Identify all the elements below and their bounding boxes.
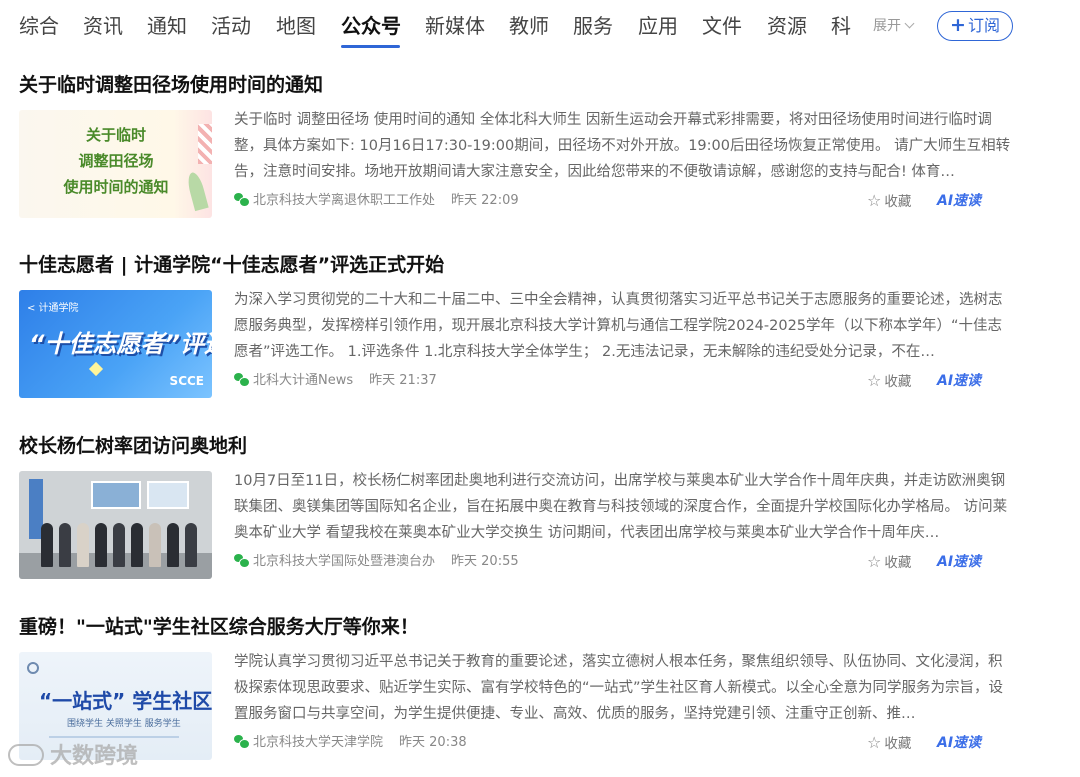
leaf-decoration	[185, 170, 209, 212]
article-meta: 北京科技大学离退休职工工作处 昨天 22:09	[234, 192, 519, 210]
favorite-button[interactable]: ☆ 收藏	[867, 734, 911, 753]
person-figure	[77, 523, 89, 567]
thumbnail-subcaption: 围绕学生 关照学生 服务学生	[67, 719, 181, 729]
favorite-label: 收藏	[884, 194, 912, 210]
thumbnail-subcaption: SCCE	[169, 374, 204, 388]
article-excerpt: 为深入学习贯彻党的二十大和二十届二中、三中全会精神，认真贯彻落实习近平总书记关于…	[234, 292, 1003, 360]
person-figure	[59, 523, 71, 567]
tab-apps[interactable]: 应用	[638, 12, 678, 40]
ai-quick-read-button[interactable]: AI速读	[937, 191, 981, 211]
article-meta: 北京科技大学国际处暨港澳台办 昨天 20:55	[234, 553, 519, 571]
wechat-icon	[234, 193, 250, 207]
chevron-down-icon	[904, 18, 915, 29]
school-logo-icon	[27, 662, 39, 674]
star-icon: ☆	[867, 733, 882, 752]
ai-quick-read-button[interactable]: AI速读	[937, 552, 981, 572]
channel-tab-bar: 综合 资讯 通知 活动 地图 公众号 新媒体 教师 服务 应用 文件 资源 科 …	[0, 0, 1080, 52]
person-figure	[185, 523, 197, 567]
expand-tabs-button[interactable]: 展开	[873, 17, 915, 35]
watermark: 大数跨境	[8, 742, 138, 772]
article-excerpt: 学院认真学习贯彻习近平总书记关于教育的重要论述，落实立德树人根本任务，聚焦组织领…	[234, 654, 1004, 722]
thumbnail-caption-line: 关于临时	[85, 126, 146, 144]
star-icon: ☆	[867, 371, 882, 390]
tab-comprehensive[interactable]: 综合	[19, 12, 59, 40]
thumbnail-caption: “一站式” 学生社区	[39, 689, 212, 713]
ai-quick-read-button[interactable]: AI速读	[937, 733, 981, 753]
wechat-icon	[234, 735, 250, 749]
source-name[interactable]: 北京科技大学离退休职工工作处	[253, 193, 435, 208]
publish-time: 昨天 22:09	[451, 193, 519, 208]
wechat-icon	[234, 554, 250, 568]
favorite-label: 收藏	[884, 736, 912, 752]
favorite-label: 收藏	[884, 374, 912, 390]
favorite-label: 收藏	[884, 555, 912, 571]
article-thumbnail[interactable]	[19, 471, 212, 579]
star-icon: ☆	[867, 191, 882, 210]
thumbnail-caption-line: 调整田径场	[78, 152, 154, 170]
active-tab-indicator	[341, 45, 400, 48]
article-title[interactable]: 校长杨仁树率团访问奥地利	[19, 433, 247, 459]
source-name[interactable]: 北京科技大学天津学院	[253, 735, 383, 750]
publish-time: 昨天 20:55	[451, 554, 519, 569]
tab-files[interactable]: 文件	[702, 12, 742, 40]
article-title[interactable]: 十佳志愿者 | 计通学院“十佳志愿者”评选正式开始	[19, 252, 444, 278]
person-figure	[113, 523, 125, 567]
decorative-stripe	[198, 124, 212, 164]
article-title[interactable]: 关于临时调整田径场使用时间的通知	[19, 72, 323, 98]
watermark-text: 大数跨境	[50, 744, 139, 769]
article-card[interactable]: 校长杨仁树率团访问奥地利 10月7日至11日，校长杨仁树率团赴奥地利进行交流访问…	[0, 433, 1080, 613]
publish-time: 昨天 21:37	[369, 373, 437, 388]
person-figure	[95, 523, 107, 567]
article-title[interactable]: 重磅！"一站式"学生社区综合服务大厅等你来！	[19, 614, 419, 640]
divider	[49, 736, 179, 738]
article-meta: 北科大计通News 昨天 21:37	[234, 372, 437, 390]
star-icon: ☆	[867, 552, 882, 571]
wechat-icon	[234, 373, 250, 387]
article-thumbnail[interactable]: < 计通学院 “十佳志愿者”评选 SCCE	[19, 290, 212, 398]
thumbnail-caption: “十佳志愿者”评选	[29, 330, 212, 358]
favorite-button[interactable]: ☆ 收藏	[867, 372, 911, 391]
tab-notices[interactable]: 通知	[147, 12, 187, 40]
article-meta: 北京科技大学天津学院 昨天 20:38	[234, 734, 467, 752]
plus-icon: +	[950, 14, 966, 36]
watermark-logo-icon	[8, 744, 44, 766]
article-excerpt: 关于临时 调整田径场 使用时间的通知 全体北科大师生 因新生运动会开幕式彩排需要…	[234, 112, 1011, 180]
article-excerpt: 10月7日至11日，校长杨仁树率团赴奥地利进行交流访问，出席学校与莱奥本矿业大学…	[234, 473, 1008, 541]
article-card[interactable]: 十佳志愿者 | 计通学院“十佳志愿者”评选正式开始 < 计通学院 “十佳志愿者”…	[0, 252, 1080, 432]
favorite-button[interactable]: ☆ 收藏	[867, 553, 911, 572]
ai-quick-read-button[interactable]: AI速读	[937, 371, 981, 391]
person-figure	[41, 523, 53, 567]
tab-events[interactable]: 活动	[211, 12, 251, 40]
thumbnail-caption-line: 使用时间的通知	[63, 178, 169, 196]
sparkle-icon	[88, 361, 104, 377]
publish-time: 昨天 20:38	[399, 735, 467, 750]
expand-label: 展开	[873, 18, 901, 34]
tab-map[interactable]: 地图	[276, 12, 316, 40]
source-name[interactable]: 北京科技大学国际处暨港澳台办	[253, 554, 435, 569]
tab-resources[interactable]: 资源	[767, 12, 807, 40]
article-thumbnail[interactable]: 关于临时 调整田径场 使用时间的通知	[19, 110, 212, 218]
screen-decoration	[147, 481, 189, 509]
thumbnail-tag: < 计通学院	[27, 303, 79, 314]
favorite-button[interactable]: ☆ 收藏	[867, 192, 911, 211]
source-name[interactable]: 北科大计通News	[253, 373, 353, 388]
person-figure	[167, 523, 179, 567]
tab-teachers[interactable]: 教师	[509, 12, 549, 40]
tab-new-media[interactable]: 新媒体	[425, 12, 485, 40]
subscribe-label: 订阅	[967, 16, 1000, 35]
article-card[interactable]: 关于临时调整田径场使用时间的通知 关于临时 调整田径场 使用时间的通知 关于临时…	[0, 72, 1080, 252]
person-figure	[131, 523, 143, 567]
tab-official-accounts[interactable]: 公众号	[341, 12, 401, 40]
subscribe-button[interactable]: + 订阅	[937, 11, 1013, 41]
article-card[interactable]: 重磅！"一站式"学生社区综合服务大厅等你来！ “一站式” 学生社区 围绕学生 关…	[0, 614, 1080, 777]
person-figure	[149, 523, 161, 567]
thumbnail-caption: 关于临时 调整田径场 使用时间的通知	[41, 122, 191, 200]
tab-services[interactable]: 服务	[573, 12, 613, 40]
screen-decoration	[91, 481, 141, 509]
tab-news[interactable]: 资讯	[83, 12, 123, 40]
tab-research[interactable]: 科	[831, 12, 851, 40]
